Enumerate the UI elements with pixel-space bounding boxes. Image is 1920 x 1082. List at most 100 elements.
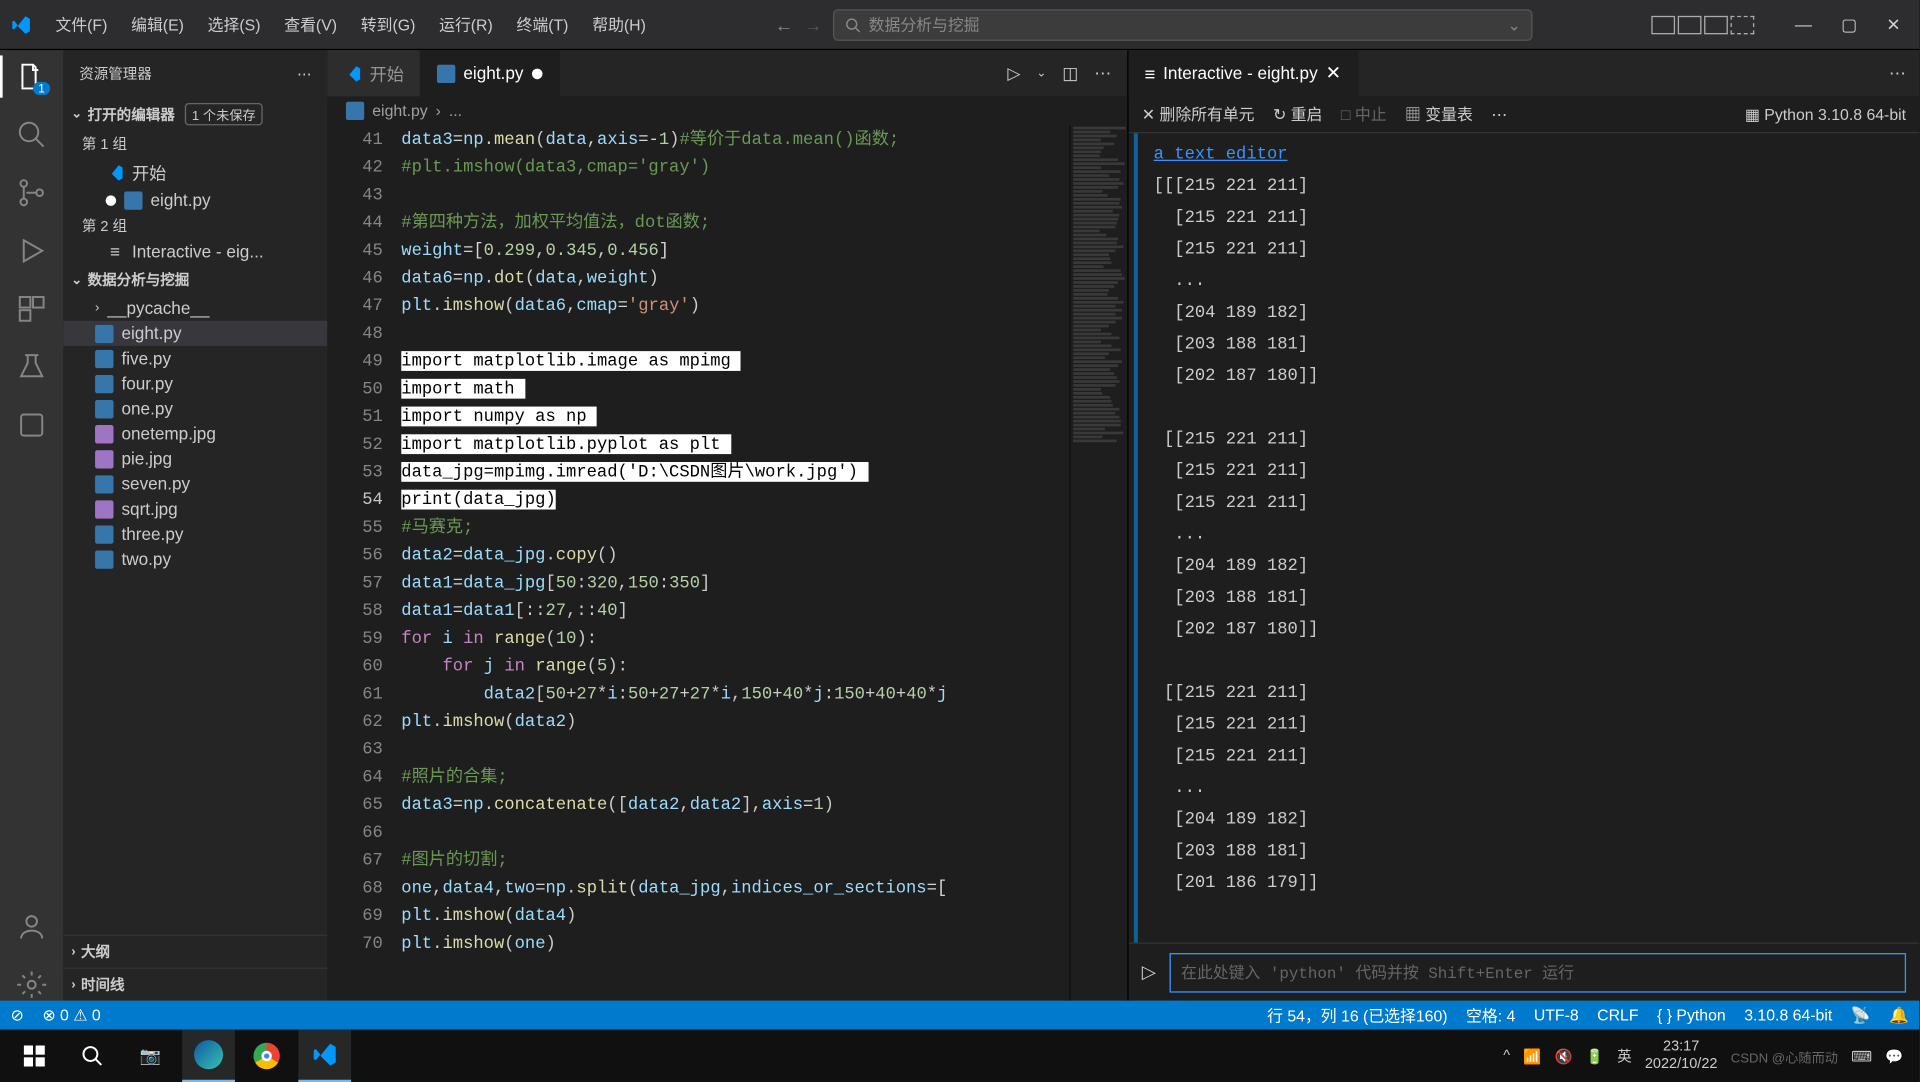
open-editor-interactive[interactable]: ≡Interactive - eig... [63, 239, 327, 264]
open-editor-start[interactable]: 开始 [63, 157, 327, 187]
text-editor-link[interactable]: a text editor [1154, 144, 1288, 164]
interrupt-button[interactable]: □ 中止 [1341, 103, 1387, 125]
chrome-app-icon[interactable] [240, 1030, 293, 1082]
status-bell-icon[interactable]: 🔔 [1889, 1006, 1909, 1024]
tray-input-icon[interactable]: ⌨ [1851, 1047, 1872, 1064]
modified-dot-icon [531, 68, 542, 79]
nav-back-icon[interactable]: ← [775, 14, 793, 35]
file-item[interactable]: sqrt.jpg [63, 496, 327, 521]
tray-notifications-icon[interactable]: 💬 [1885, 1047, 1903, 1064]
status-spaces[interactable]: 空格: 4 [1466, 1004, 1515, 1026]
status-lang[interactable]: { } Python [1657, 1006, 1726, 1024]
source-control-icon[interactable] [16, 177, 48, 209]
status-feedback-icon[interactable]: 📡 [1851, 1006, 1871, 1024]
menu-item[interactable]: 文件(F) [45, 8, 118, 41]
split-editor-icon[interactable]: ◫ [1062, 63, 1078, 84]
open-editors-header[interactable]: ⌄打开的编辑器1 个未保存 [63, 98, 327, 131]
titlebar: 文件(F)编辑(E)选择(S)查看(V)转到(G)运行(R)终端(T)帮助(H)… [0, 0, 1919, 50]
account-icon[interactable] [16, 911, 48, 943]
minimize-icon[interactable]: — [1787, 12, 1820, 37]
camera-app-icon[interactable]: 📷 [124, 1030, 177, 1082]
editor-tabs: 开始 eight.py ▷ ⌄ ◫ ⋯ [327, 50, 1127, 96]
file-item[interactable]: three.py [63, 521, 327, 546]
menu-item[interactable]: 查看(V) [274, 8, 348, 41]
tray-wifi-icon[interactable]: 📶 [1523, 1047, 1541, 1064]
run-dropdown-icon[interactable]: ⌄ [1036, 66, 1046, 81]
search-icon[interactable] [16, 119, 48, 151]
tray-clock[interactable]: 23:172022/10/22 [1645, 1039, 1718, 1073]
close-icon[interactable]: ✕ [1878, 11, 1908, 37]
interactive-tab[interactable]: ≡Interactive - eight.py✕ [1129, 50, 1359, 96]
file-item[interactable]: pie.jpg [63, 446, 327, 471]
tray-volume-icon[interactable]: 🔇 [1555, 1047, 1573, 1064]
status-python[interactable]: 3.10.8 64-bit [1744, 1006, 1832, 1024]
file-item[interactable]: one.py [63, 396, 327, 421]
outline-header[interactable]: ›大纲 [63, 935, 327, 968]
folder-pycache[interactable]: ›__pycache__ [63, 296, 327, 321]
search-text: 数据分析与挖掘 [869, 13, 980, 35]
activity-bar: 1 [0, 50, 63, 1000]
panel-more-icon[interactable]: ⋯ [1889, 63, 1906, 84]
explorer-icon[interactable]: 1 [16, 61, 48, 93]
file-item[interactable]: four.py [63, 371, 327, 396]
vscode-app-icon[interactable] [298, 1030, 351, 1082]
group1-label: 第 1 组 [63, 131, 327, 157]
kernel-selector[interactable]: ▦ Python 3.10.8 64-bit [1745, 105, 1906, 123]
timeline-header[interactable]: ›时间线 [63, 968, 327, 1001]
variables-button[interactable]: ▦ 变量表 [1405, 103, 1473, 125]
command-search-input[interactable]: 数据分析与挖掘 ⌄ [833, 9, 1533, 41]
project-header[interactable]: ⌄数据分析与挖掘 [63, 264, 327, 296]
sidebar-title: 资源管理器 [79, 63, 152, 84]
minimap[interactable] [1069, 125, 1127, 1000]
tray-chevron-icon[interactable]: ^ [1503, 1048, 1510, 1064]
file-item[interactable]: five.py [63, 346, 327, 371]
interactive-output: a text editor [[[215 221 211] [215 221 2… [1134, 133, 1919, 942]
group2-label: 第 2 组 [63, 213, 327, 239]
file-item[interactable]: onetemp.jpg [63, 421, 327, 446]
edge-app-icon[interactable] [182, 1030, 235, 1082]
tab-more-icon[interactable]: ⋯ [1094, 63, 1111, 84]
layout-controls[interactable] [1651, 15, 1754, 33]
toolbar-more-icon[interactable]: ⋯ [1491, 105, 1507, 123]
sidebar: 资源管理器 ⋯ ⌄打开的编辑器1 个未保存 第 1 组 开始 eight.py 第… [63, 50, 327, 1000]
status-problems[interactable]: ⊗ 0 ⚠ 0 [42, 1006, 100, 1024]
menu-item[interactable]: 选择(S) [197, 8, 271, 41]
extensions-icon[interactable] [16, 293, 48, 325]
tray-battery-icon[interactable]: 🔋 [1586, 1047, 1604, 1064]
start-button[interactable] [8, 1030, 61, 1082]
menu-item[interactable]: 运行(R) [429, 8, 504, 41]
taskbar-search-icon[interactable] [66, 1030, 119, 1082]
menu-item[interactable]: 转到(G) [350, 8, 426, 41]
chevron-down-icon[interactable]: ⌄ [1507, 15, 1520, 33]
jupyter-icon[interactable] [16, 409, 48, 441]
breadcrumb[interactable]: eight.py › ... [327, 96, 1127, 125]
file-item[interactable]: eight.py [63, 321, 327, 346]
settings-gear-icon[interactable] [16, 969, 48, 1001]
vscode-logo-icon [11, 14, 32, 35]
menu-item[interactable]: 终端(T) [506, 8, 579, 41]
menu-item[interactable]: 帮助(H) [582, 8, 657, 41]
file-item[interactable]: two.py [63, 546, 327, 571]
status-eol[interactable]: CRLF [1597, 1006, 1638, 1024]
status-cursor[interactable]: 行 54，列 16 (已选择160) [1267, 1004, 1447, 1026]
status-remote-icon[interactable]: ⊘ [11, 1006, 24, 1024]
more-icon[interactable]: ⋯ [297, 65, 312, 82]
execute-icon[interactable]: ▷ [1142, 961, 1156, 983]
restart-button[interactable]: ↻ 重启 [1273, 103, 1322, 125]
tab-start[interactable]: 开始 [327, 50, 421, 96]
status-encoding[interactable]: UTF-8 [1534, 1006, 1579, 1024]
testing-icon[interactable] [16, 351, 48, 383]
maximize-icon[interactable]: ▢ [1833, 11, 1865, 37]
nav-forward-icon[interactable]: → [804, 14, 822, 35]
open-editor-eight[interactable]: eight.py [63, 187, 327, 212]
menu-item[interactable]: 编辑(E) [121, 8, 195, 41]
tab-eight[interactable]: eight.py [421, 50, 559, 96]
tray-ime[interactable]: 英 [1617, 1045, 1632, 1066]
run-debug-icon[interactable] [16, 235, 48, 267]
file-item[interactable]: seven.py [63, 471, 327, 496]
code-editor[interactable]: 4142434445464748495051525354555657585960… [327, 125, 1127, 1000]
interactive-input[interactable]: 在此处键入 'python' 代码并按 Shift+Enter 运行 [1169, 952, 1906, 992]
clear-cells-button[interactable]: ✕ 删除所有单元 [1142, 103, 1255, 125]
run-icon[interactable]: ▷ [1007, 63, 1020, 84]
close-icon[interactable]: ✕ [1326, 62, 1341, 84]
